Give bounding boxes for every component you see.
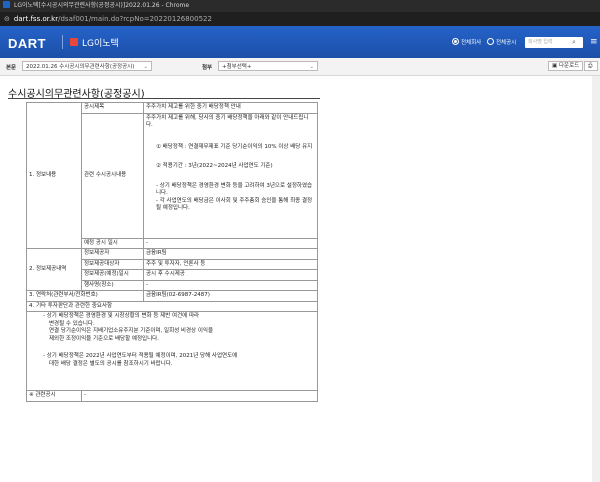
browser-title-bar: LG이노텍[수시공시의무관련사항(공정공시)]2022.01.26 - Chro… [0, 0, 600, 12]
content-note: - 상기 배당정책은 경영환경 변화 등을 고려하여 3년으로 설정하였습니다. [156, 182, 313, 197]
document-toolbar: 본문 2022.01.26 수시공시의무관련사항(공정공시) ⌄ 첨부 +첨부선택… [0, 58, 600, 76]
dart-header: DART LG이노텍 전체회사 전체공시 회사명 입력 ⌕ ≡ [0, 26, 600, 58]
note-line: 대한 배당 결정은 별도의 공시를 참조하시기 바랍니다. [49, 360, 173, 367]
radio-all-disclosures[interactable]: 전체공시 [487, 38, 516, 47]
company-name: LG이노텍 [82, 39, 119, 49]
menu-icon[interactable]: ≡ [590, 37, 598, 47]
table-row: 2. 정보제공내역 정보제공자 금융IR팀 [26, 248, 318, 291]
attach-select-value: +첨부선택+ [222, 64, 252, 70]
radio-all-label: 전체회사 [461, 40, 482, 46]
section-label: 4. 기타 투자판단과 관련한 중요사항 [26, 300, 318, 312]
search-icon[interactable]: ⌕ [572, 38, 576, 47]
company-icon [70, 38, 78, 46]
attachment-select[interactable]: +첨부선택+ ⌄ [218, 61, 318, 71]
note-line: - 상기 배당정책은 경영환경 및 시장상황의 변화 등 제반 여건에 따라 [43, 313, 200, 319]
note-line: 제외한 조정이익을 기준으로 배당할 예정입니다. [49, 335, 159, 342]
row-label: 공시제목 [81, 102, 144, 114]
row-label: 정보제공(예정)일시 [81, 269, 144, 281]
main-select-value: 2022.01.26 수시공시의무관련사항(공정공시) [26, 64, 135, 70]
download-button[interactable]: ▣ 다운로드 [548, 61, 584, 71]
row-value: - [143, 237, 318, 249]
row-value: - [81, 390, 318, 402]
chevron-down-icon: ⌄ [309, 64, 314, 70]
print-button[interactable]: ⎙ [584, 61, 598, 71]
table-row: - 상기 배당정책은 경영환경 및 시장상황의 변화 등 제반 여건에 따라 변… [26, 311, 318, 391]
row-value: 주주가치 제고를 위한 중기 배당정책 안내 [143, 102, 318, 114]
note-line: 연결 당기순이익은 지배기업소유주지분 기준이며, 일회성 비경상 이익을 [49, 328, 214, 334]
section-label: 1. 정보내용 [26, 102, 82, 249]
notes-cell: - 상기 배당정책은 경영환경 및 시장상황의 변화 등 제반 여건에 따라 변… [26, 311, 318, 391]
disclosure-table: 1. 정보내용 공시제목 주주가치 제고를 위한 중기 배당정책 안내 관련 수… [26, 102, 318, 402]
row-value: - [143, 279, 318, 291]
row-value: 주주 및 투자자, 언론사 등 [143, 258, 318, 270]
table-row: 4. 기타 투자판단과 관련한 중요사항 [26, 300, 318, 312]
row-label: ※ 관련공시 [26, 390, 82, 402]
table-row: 1. 정보내용 공시제목 주주가치 제고를 위한 중기 배당정책 안내 [26, 102, 318, 249]
site-info-icon[interactable]: ⊝ [4, 12, 10, 26]
row-label: 정보제공자 [81, 248, 144, 260]
header-divider [62, 35, 63, 49]
attach-label: 첨부 [202, 65, 213, 71]
dart-logo[interactable]: DART [8, 36, 46, 51]
download-icon: ▣ [552, 63, 559, 69]
site-favicon-icon [3, 1, 10, 8]
row-value: 공시 후 수시제공 [143, 269, 318, 281]
radio-disclosure-label: 전체공시 [496, 40, 517, 46]
main-document-select[interactable]: 2022.01.26 수시공시의무관련사항(공정공시) ⌄ [22, 61, 152, 71]
content-item: ① 배당정책 : 연결재무제표 기준 당기순이익의 10% 이상 배당 유지 [156, 143, 313, 150]
vertical-scrollbar[interactable] [592, 76, 600, 482]
row-label: 정보제공대상자 [81, 258, 144, 270]
radio-unchecked-icon [487, 38, 494, 45]
print-icon: ⎙ [588, 63, 593, 69]
row-value: 금융IR팀 [143, 248, 318, 260]
radio-checked-icon [452, 38, 459, 45]
row-label: 행사명(장소) [81, 279, 144, 291]
url-path: /dsaf001/main.do?rcpNo=20220126800522 [58, 15, 212, 23]
address-bar[interactable]: ⊝ dart.fss.or.kr/dsaf001/main.do?rcpNo=20… [0, 12, 600, 26]
chevron-down-icon: ⌄ [143, 64, 148, 70]
row-label: 관련 수시공시내용 [81, 112, 144, 239]
content-note: - 각 사업연도의 배당금은 이사회 및 주주총회 승인을 통해 최종 결정될 … [156, 197, 313, 212]
section-label: 2. 정보제공내역 [26, 248, 82, 291]
note-line: 변경될 수 있습니다. [49, 320, 95, 327]
title-rule [8, 98, 320, 99]
content-item: ② 적용기간 : 3년(2022~2024년 사업연도 기준) [156, 163, 273, 169]
row-label: 3. 연락처(관련부서/전화번호) [26, 290, 144, 302]
table-row: 3. 연락처(관련부서/전화번호) 금융IR팀(02-6987-2487) [26, 290, 318, 302]
row-value: 금융IR팀(02-6987-2487) [143, 290, 318, 302]
radio-all-companies[interactable]: 전체회사 [452, 38, 481, 47]
url-host: dart.fss.or.kr [13, 15, 59, 23]
content-cell: 주주가치 제고를 위해, 당사의 중기 배당정책을 아래와 같이 안내드립니다.… [143, 112, 318, 239]
note-line: - 상기 배당정책은 2022년 사업연도부터 적용될 예정이며, 2021년 … [43, 353, 238, 359]
window-title: LG이노텍[수시공시의무관련사항(공정공시)]2022.01.26 - Chro… [14, 2, 190, 9]
content-intro: 주주가치 제고를 위해, 당사의 중기 배당정책을 아래와 같이 안내드립니다. [146, 114, 309, 129]
row-label: 예정 공시 일시 [81, 237, 144, 249]
table-row: ※ 관련공시 - [26, 390, 318, 402]
main-label: 본문 [6, 65, 17, 71]
